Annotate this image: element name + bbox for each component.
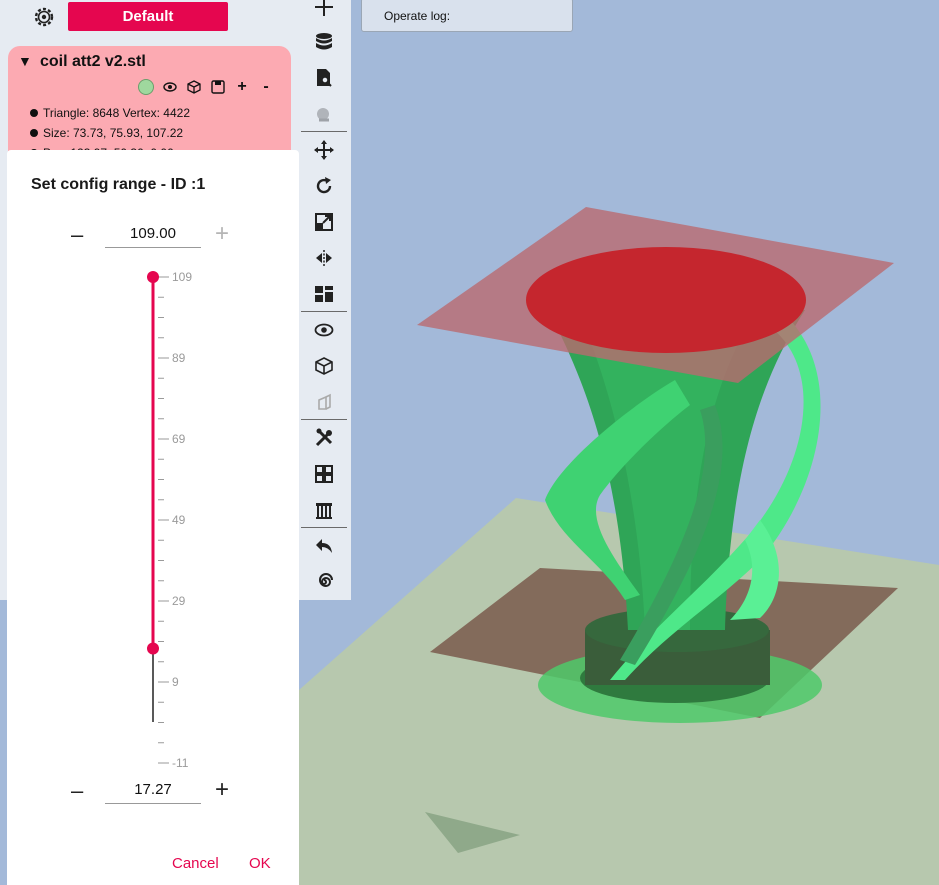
- lower-increment-button[interactable]: +: [215, 778, 235, 802]
- size-info: Size: 73.73, 75.93, 107.22: [30, 126, 183, 140]
- profile-default-button[interactable]: Default: [68, 2, 228, 31]
- rotate-icon[interactable]: [311, 173, 337, 199]
- triangle-info: Triangle: 8648 Vertex: 4422: [30, 106, 190, 120]
- add-model-button[interactable]: +: [234, 78, 250, 95]
- slice-icon[interactable]: [311, 497, 337, 523]
- cube-icon[interactable]: [311, 353, 337, 379]
- range-slider-track[interactable]: [7, 260, 299, 770]
- tick-label: 9: [172, 675, 179, 689]
- save-icon[interactable]: [210, 79, 226, 95]
- upper-handle[interactable]: [147, 271, 159, 283]
- vertical-toolbar: [299, 0, 351, 600]
- move-icon[interactable]: [311, 137, 337, 163]
- model-name: coil att2 v2.stl: [40, 53, 146, 70]
- upper-value-input[interactable]: [105, 220, 201, 248]
- tick-label: 29: [172, 594, 186, 608]
- gear-icon[interactable]: [33, 6, 55, 28]
- triangle-vertex-text: Triangle: 8648 Vertex: 4422: [43, 106, 190, 120]
- grid-icon[interactable]: [311, 461, 337, 487]
- operate-log-label: Operate log:: [384, 9, 451, 23]
- tick-label: 49: [172, 513, 186, 527]
- tick-label: -11: [172, 756, 189, 770]
- repair-icon[interactable]: [311, 101, 337, 127]
- find-file-icon[interactable]: [311, 65, 337, 91]
- cancel-button[interactable]: Cancel: [172, 855, 219, 872]
- lower-value-input[interactable]: [105, 776, 201, 804]
- top-row: Default: [0, 0, 299, 40]
- remove-model-button[interactable]: -: [258, 78, 274, 95]
- undo-icon[interactable]: [311, 533, 337, 559]
- mirror-icon[interactable]: [311, 245, 337, 271]
- horn-top-opening: [526, 247, 806, 353]
- size-text: Size: 73.73, 75.93, 107.22: [43, 126, 184, 140]
- add-icon[interactable]: [311, 0, 337, 20]
- toolbar-separator: [301, 311, 347, 312]
- toolbar-separator: [301, 419, 347, 420]
- operate-log-panel[interactable]: Operate log:: [361, 0, 573, 32]
- tick-label: 69: [172, 432, 186, 446]
- database-icon[interactable]: [311, 29, 337, 55]
- support-icon[interactable]: [311, 389, 337, 415]
- upper-increment-button[interactable]: +: [215, 222, 235, 246]
- model-card-actions: + -: [138, 78, 274, 96]
- ok-button[interactable]: OK: [249, 855, 271, 872]
- toolbar-separator: [301, 527, 347, 528]
- config-range-dialog: Set config range - ID :1 – + 109 89 69 49 29…: [7, 150, 299, 885]
- view-icon[interactable]: [311, 317, 337, 343]
- collapse-caret-icon[interactable]: ▼: [18, 53, 32, 69]
- range-slider[interactable]: 109 89 69 49 29 9 -11: [7, 260, 299, 770]
- status-dot-icon[interactable]: [138, 79, 154, 95]
- tick-label: 109: [172, 270, 193, 284]
- layout-icon[interactable]: [311, 281, 337, 307]
- model-card[interactable]: ▼ coil att2 v2.stl + - Triangle: 8648 Ve…: [8, 46, 291, 166]
- cube-icon[interactable]: [186, 79, 202, 95]
- upper-decrement-button[interactable]: –: [71, 224, 91, 246]
- eye-icon[interactable]: [162, 79, 178, 95]
- scale-icon[interactable]: [311, 209, 337, 235]
- dialog-title: Set config range - ID :1: [31, 176, 206, 193]
- spiral-icon[interactable]: [311, 569, 337, 595]
- tick-label: 89: [172, 351, 186, 365]
- lower-decrement-button[interactable]: –: [71, 780, 91, 802]
- lower-handle[interactable]: [147, 642, 159, 655]
- tools-icon[interactable]: [311, 425, 337, 451]
- toolbar-separator: [301, 131, 347, 132]
